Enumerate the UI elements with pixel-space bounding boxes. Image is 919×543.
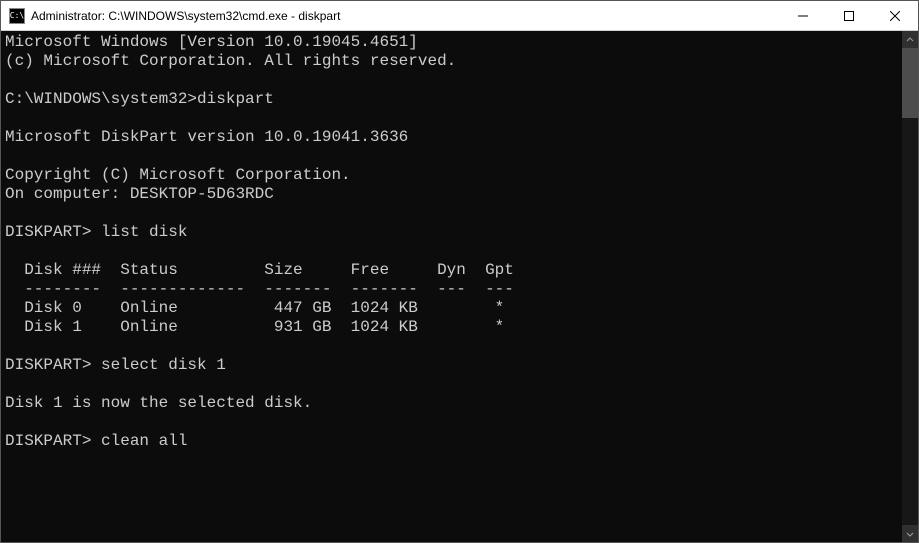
window: C:\ Administrator: C:\WINDOWS\system32\c… [0, 0, 919, 543]
minimize-button[interactable] [780, 1, 826, 30]
close-icon [890, 11, 900, 21]
cmd-icon: C:\ [9, 8, 25, 24]
console-output[interactable]: Microsoft Windows [Version 10.0.19045.46… [1, 31, 902, 542]
maximize-button[interactable] [826, 1, 872, 30]
maximize-icon [844, 11, 854, 21]
close-button[interactable] [872, 1, 918, 30]
scrollbar-track[interactable] [902, 48, 918, 525]
client-area: Microsoft Windows [Version 10.0.19045.46… [1, 31, 918, 542]
chevron-down-icon [906, 530, 914, 538]
minimize-icon [798, 11, 808, 21]
chevron-up-icon [906, 36, 914, 44]
scroll-up-button[interactable] [902, 31, 918, 48]
titlebar-buttons [780, 1, 918, 30]
scroll-down-button[interactable] [902, 525, 918, 542]
scrollbar-vertical[interactable] [902, 31, 918, 542]
titlebar[interactable]: C:\ Administrator: C:\WINDOWS\system32\c… [1, 1, 918, 31]
scrollbar-thumb[interactable] [902, 48, 918, 118]
window-title: Administrator: C:\WINDOWS\system32\cmd.e… [31, 9, 340, 23]
